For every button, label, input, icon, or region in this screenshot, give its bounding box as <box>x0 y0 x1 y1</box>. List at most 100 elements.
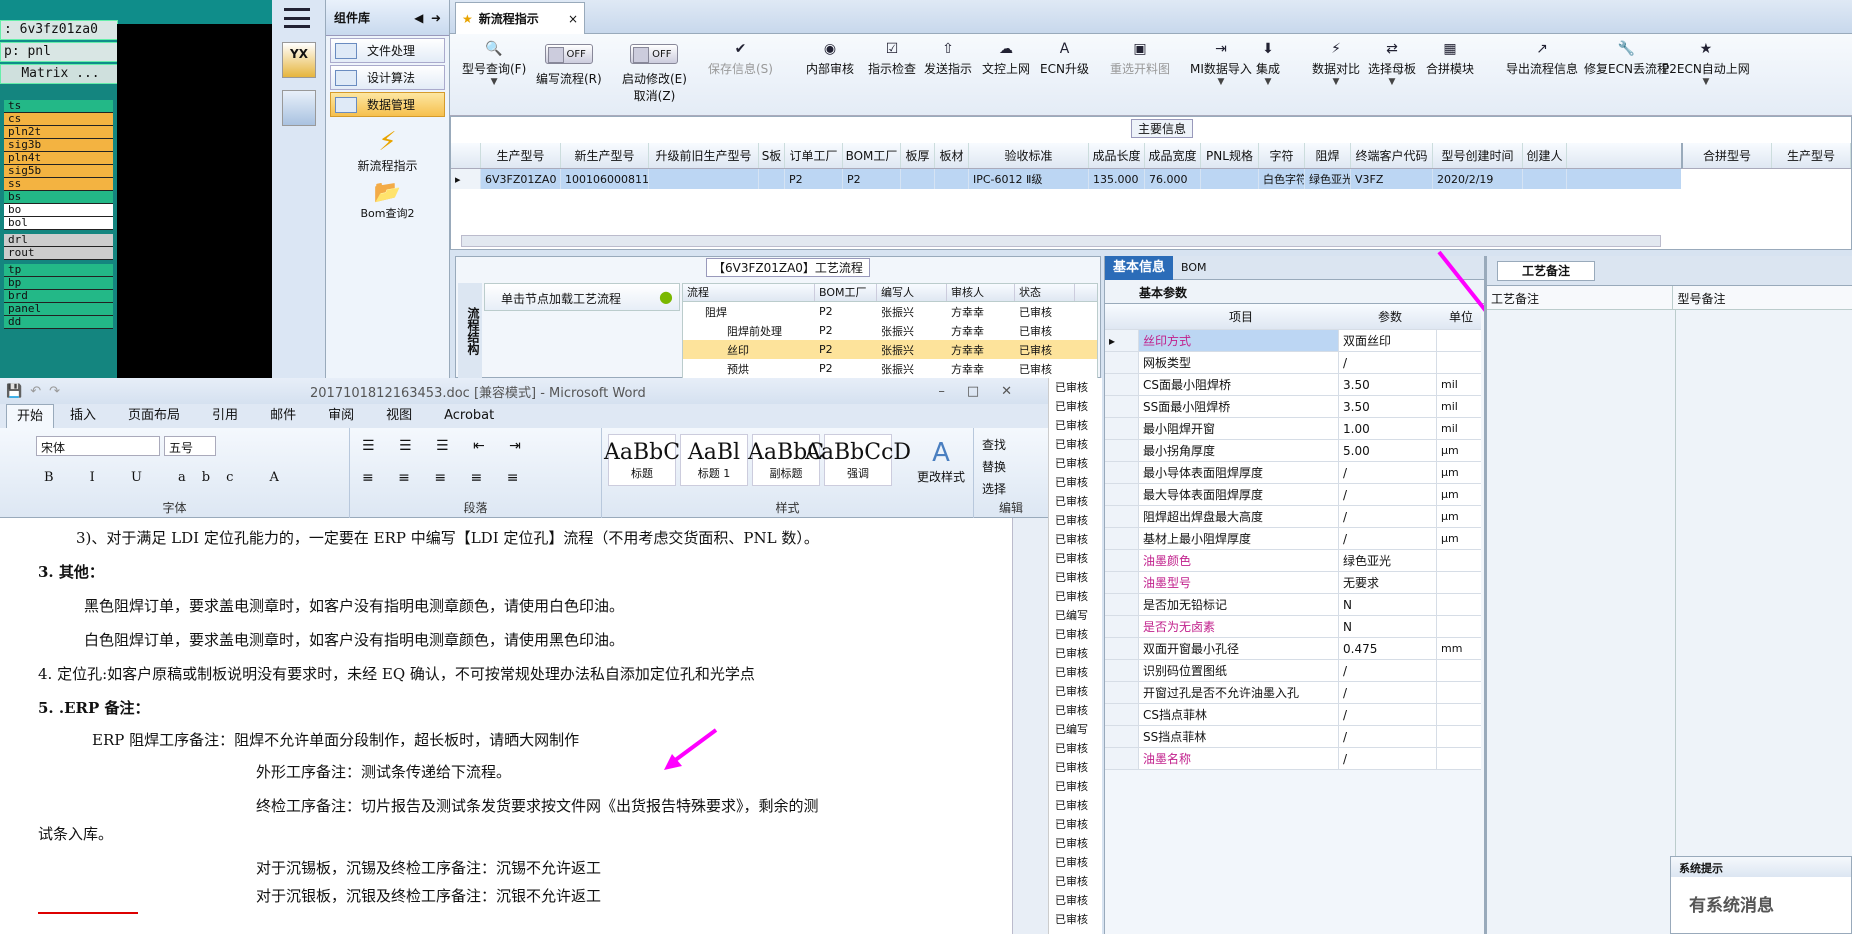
start-edit-toggle[interactable]: OFF 启动修改(E) 取消(Z) <box>622 38 687 112</box>
param-row[interactable]: 最小拐角厚度 5.00 μm <box>1105 440 1481 462</box>
column-header[interactable]: BOM工厂 <box>843 143 901 168</box>
lib-item-algo[interactable]: 设计算法 <box>330 65 445 90</box>
layer-item[interactable]: bol <box>4 217 113 230</box>
model-query-button[interactable]: 🔍 型号查询(F) ▼ <box>462 38 526 112</box>
column-header[interactable]: 生产型号 <box>481 143 561 168</box>
column-header[interactable]: 新生产型号 <box>561 143 649 168</box>
basic-params-tab[interactable]: 基本参数 <box>1105 280 1484 304</box>
column-header[interactable]: PNL规格 <box>1201 143 1259 168</box>
lib-item-data[interactable]: 数据管理 <box>330 92 445 117</box>
word-tab[interactable]: 开始 <box>6 403 55 429</box>
toolbar-button[interactable]: ★ P2ECN自动上网 ▼ <box>1662 38 1750 112</box>
toolbar-button[interactable]: ▦ 合拼模块 <box>1426 38 1474 112</box>
column-header[interactable]: S板 <box>759 143 785 168</box>
grid-cell[interactable]: P2 <box>785 169 843 189</box>
param-row[interactable]: 基材上最小阻焊厚度 / μm <box>1105 528 1481 550</box>
toolbar-button[interactable]: ⇥ MI数据导入 ▼ <box>1190 38 1252 112</box>
edit-button[interactable]: 查找 <box>982 434 1006 456</box>
tab-process-remarks[interactable]: 工艺备注 <box>1497 261 1596 281</box>
app-logo[interactable]: YX <box>282 42 316 78</box>
process-row[interactable]: 预烘 P2 张振兴 方幸幸 已审核 <box>683 359 1097 378</box>
matrix-button[interactable]: Matrix ... <box>0 64 118 84</box>
word-tab[interactable]: Acrobat <box>428 404 510 428</box>
column-header[interactable]: 升级前旧生产型号 <box>649 143 759 168</box>
grid-cell[interactable]: 135.000 <box>1089 169 1145 189</box>
save-info-button[interactable]: ✔ 保存信息(S) <box>708 38 773 112</box>
column-header[interactable]: 板厚 <box>901 143 935 168</box>
toolbar-button[interactable]: ⇄ 选择母板 ▼ <box>1368 38 1416 112</box>
bom-query-action[interactable]: 📂 Bom查询2 <box>326 180 449 221</box>
param-row[interactable]: SS面最小阻焊桥 3.50 mil <box>1105 396 1481 418</box>
word-document[interactable]: 3)、对于满足 LDI 定位孔能力的，一定要在 ERP 中编写【LDI 定位孔】… <box>0 518 1012 934</box>
list-buttons[interactable]: ☰ ☰ ☰ ⇤ ⇥ <box>362 438 531 454</box>
param-row[interactable]: 双面开窗最小孔径 0.475 mm <box>1105 638 1481 660</box>
style-preset[interactable]: AaBl 标题 1 <box>680 434 748 486</box>
word-tab[interactable]: 页面布局 <box>112 404 196 428</box>
param-row[interactable]: CS面最小阻焊桥 3.50 mil <box>1105 374 1481 396</box>
lib-item-file[interactable]: 文件处理 <box>330 38 445 63</box>
grid-cell[interactable]: V3FZ <box>1351 169 1433 189</box>
align-buttons[interactable]: ≡ ≡ ≡ ≡ ≡ <box>362 470 528 486</box>
window-controls[interactable]: –□✕ <box>938 384 1034 399</box>
word-tab[interactable]: 视图 <box>370 404 428 428</box>
grid-cell[interactable]: 6V3FZ01ZA0 <box>481 169 561 189</box>
grid-cell[interactable] <box>935 169 969 189</box>
grid-cell[interactable] <box>1523 169 1567 189</box>
style-preset[interactable]: AaBbCcD 强调 <box>805 434 911 486</box>
write-flow-toggle[interactable]: OFF 编写流程(R) <box>536 38 602 112</box>
grid-cell[interactable]: 2020/2/19 <box>1433 169 1523 189</box>
toolbar-button[interactable]: 🔧 修复ECN丢流程 <box>1584 38 1669 112</box>
column-header[interactable]: 成品长度 <box>1089 143 1145 168</box>
calculator-icon[interactable] <box>282 90 316 126</box>
column-header[interactable]: 阻焊 <box>1305 143 1351 168</box>
column-header[interactable]: 订单工厂 <box>785 143 843 168</box>
param-row[interactable]: 油墨型号 无要求 <box>1105 572 1481 594</box>
grid-cell[interactable] <box>649 169 759 189</box>
change-style-button[interactable]: A 更改样式 <box>914 438 968 485</box>
font-size-select[interactable]: 五号 <box>164 436 216 456</box>
param-row[interactable]: 最小导体表面阻焊厚度 / μm <box>1105 462 1481 484</box>
style-preset[interactable]: AaBbC 标题 <box>604 434 680 486</box>
param-row[interactable]: 最小阻焊开窗 1.00 mil <box>1105 418 1481 440</box>
param-row[interactable]: 最大导体表面阻焊厚度 / μm <box>1105 484 1481 506</box>
param-row[interactable]: 阻焊超出焊盘最大高度 / μm <box>1105 506 1481 528</box>
grid-cell[interactable] <box>759 169 785 189</box>
tab-new-flow[interactable]: ★ 新流程指示 × <box>455 2 585 34</box>
toolbar-button[interactable]: ⚡ 数据对比 ▼ <box>1312 38 1360 112</box>
param-row[interactable]: 是否加无铅标记 N <box>1105 594 1481 616</box>
close-tab-button[interactable]: × <box>568 12 578 26</box>
redo-icon[interactable]: ↷ <box>49 384 60 399</box>
pin-icon[interactable]: ➜ <box>431 11 441 25</box>
grid-cell[interactable]: 绿色亚光 <box>1305 169 1351 189</box>
new-flow-action[interactable]: ⚡ 新流程指示 <box>326 127 449 174</box>
column-header[interactable]: 型号创建时间 <box>1433 143 1523 168</box>
toolbar-button[interactable]: ▣ 重选开料图 <box>1110 38 1170 112</box>
system-message-popup[interactable]: 系统提示 有系统消息 <box>1670 856 1852 934</box>
column-header[interactable]: 成品宽度 <box>1145 143 1201 168</box>
param-row[interactable]: 油墨颜色 绿色亚光 <box>1105 550 1481 572</box>
column-header[interactable]: 字符 <box>1259 143 1305 168</box>
save-icon[interactable]: 💾 <box>6 384 22 399</box>
grid-cell[interactable]: IPC-6012 Ⅱ级 <box>969 169 1089 189</box>
back-icon[interactable]: ◀ <box>414 11 423 25</box>
word-tab[interactable]: 引用 <box>196 404 254 428</box>
process-structure-tab[interactable]: 流程结构 <box>458 283 482 379</box>
column-header[interactable]: 验收标准 <box>969 143 1089 168</box>
word-tab[interactable]: 插入 <box>54 404 112 428</box>
menu-icon[interactable] <box>284 8 310 28</box>
param-row[interactable]: 识别码位置图纸 / <box>1105 660 1481 682</box>
edit-button[interactable]: 替换 <box>982 456 1006 478</box>
process-row[interactable]: 阻焊 P2 张振兴 方幸幸 已审核 <box>683 302 1097 321</box>
param-row[interactable]: 是否为无卤素 N <box>1105 616 1481 638</box>
undo-icon[interactable]: ↶ <box>30 384 41 399</box>
word-scrollbar[interactable] <box>1012 518 1048 934</box>
format-buttons[interactable]: B I U abc A <box>44 470 295 485</box>
word-tab[interactable]: 审阅 <box>312 404 370 428</box>
font-name-select[interactable]: 宋体 <box>36 436 160 456</box>
process-row[interactable]: 丝印 P2 张振兴 方幸幸 已审核 <box>683 340 1097 359</box>
grid-cell[interactable]: P2 <box>843 169 901 189</box>
param-row[interactable]: CS挡点菲林 / <box>1105 704 1481 726</box>
toolbar-button[interactable]: ⬇ 集成 ▼ <box>1256 38 1280 112</box>
param-row[interactable]: SS挡点菲林 / <box>1105 726 1481 748</box>
process-row[interactable]: 阻焊前处理 P2 张振兴 方幸幸 已审核 <box>683 321 1097 340</box>
